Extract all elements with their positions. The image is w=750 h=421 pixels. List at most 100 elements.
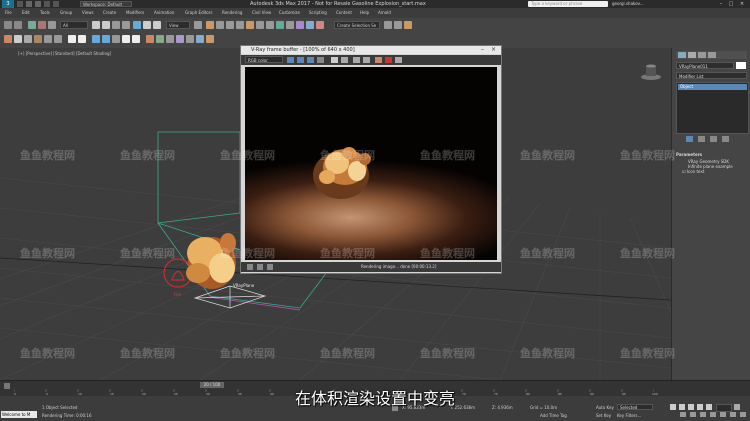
phoenix-splash-icon[interactable] xyxy=(206,35,214,43)
pin-stack-icon[interactable] xyxy=(686,136,693,142)
phoenix-ocean-icon[interactable] xyxy=(166,35,174,43)
green-channel-icon[interactable] xyxy=(297,57,304,63)
vfb-settings-icon[interactable] xyxy=(247,264,253,270)
vray-proxy-icon[interactable] xyxy=(44,35,52,43)
percent-snap-icon[interactable] xyxy=(226,21,234,29)
hierarchy-tab-icon[interactable] xyxy=(698,52,706,58)
phoenix-particle-icon[interactable] xyxy=(186,35,194,43)
modifier-stack[interactable]: Object xyxy=(676,82,749,134)
viewcube-icon[interactable] xyxy=(640,64,662,80)
window-crossing-icon[interactable] xyxy=(122,21,130,29)
menu-tools[interactable]: Tools xyxy=(40,10,50,15)
workspace-dropdown[interactable]: Workspace: Default xyxy=(80,1,132,7)
new-icon[interactable] xyxy=(17,1,23,7)
maximize-icon[interactable]: □ xyxy=(727,0,735,8)
blue-channel-icon[interactable] xyxy=(307,57,314,63)
vray-fur-icon[interactable] xyxy=(54,35,62,43)
rendered-frame-icon[interactable] xyxy=(394,21,402,29)
make-unique-icon[interactable] xyxy=(710,136,717,142)
menu-modifiers[interactable]: Modifiers xyxy=(126,10,144,15)
vray-icon[interactable] xyxy=(4,35,12,43)
phoenix-liquid-icon[interactable] xyxy=(102,35,110,43)
red-channel-icon[interactable] xyxy=(287,57,294,63)
set-key-button[interactable]: Set Key xyxy=(596,413,611,418)
unlink-icon[interactable] xyxy=(38,21,46,29)
zoom-extents-icon[interactable] xyxy=(700,412,706,417)
close-icon[interactable]: × xyxy=(738,0,746,8)
maxscript-listener[interactable]: Welcome to M xyxy=(1,411,37,418)
add-time-tag[interactable]: Add Time Tag xyxy=(540,413,567,418)
motion-tab-icon[interactable] xyxy=(708,52,716,58)
search-input[interactable]: Type a keyword or phrase xyxy=(528,1,608,7)
rotate-icon[interactable] xyxy=(143,21,151,29)
render-setup-icon[interactable] xyxy=(384,21,392,29)
viewport-label[interactable]: [+] [Perspective] [Standard] [Default Sh… xyxy=(18,51,111,56)
graphite-icon[interactable] xyxy=(286,21,294,29)
save-image-icon[interactable] xyxy=(331,57,338,63)
select-by-name-icon[interactable] xyxy=(102,21,110,29)
menu-group[interactable]: Group xyxy=(60,10,72,15)
material-editor-icon[interactable] xyxy=(316,21,324,29)
command-panel-tabs[interactable] xyxy=(676,51,747,59)
user-account[interactable]: georgi.shakov... xyxy=(612,1,662,7)
menu-animation[interactable]: Animation xyxy=(154,10,174,15)
region-render-icon[interactable] xyxy=(375,57,382,63)
layer-icon[interactable] xyxy=(276,21,284,29)
render-last-icon[interactable] xyxy=(395,57,402,63)
create-tab-icon[interactable] xyxy=(678,52,686,58)
vfb-minimize-icon[interactable]: – xyxy=(481,47,487,53)
phoenix-fire-icon[interactable] xyxy=(92,35,100,43)
open-icon[interactable] xyxy=(26,1,32,7)
bind-icon[interactable] xyxy=(48,21,56,29)
menu-file[interactable]: File xyxy=(5,10,12,15)
phoenix-stop-icon[interactable] xyxy=(132,35,140,43)
scale-icon[interactable] xyxy=(153,21,161,29)
modify-tab-icon[interactable] xyxy=(688,52,696,58)
menu-content[interactable]: Content xyxy=(336,10,352,15)
spinner-snap-icon[interactable] xyxy=(236,21,244,29)
rect-select-icon[interactable] xyxy=(112,21,120,29)
undo-icon[interactable] xyxy=(44,1,50,7)
app-logo-icon[interactable]: 3 xyxy=(2,0,14,8)
copy-image-icon[interactable] xyxy=(353,57,360,63)
undo-icon[interactable] xyxy=(4,21,12,29)
vray-sun-icon[interactable] xyxy=(24,35,32,43)
phoenix-foam-icon[interactable] xyxy=(196,35,204,43)
icon-text-checkbox[interactable]: ☑ Icon text xyxy=(676,169,747,174)
pan-icon[interactable] xyxy=(720,412,726,417)
alpha-channel-icon[interactable] xyxy=(317,57,324,63)
phoenix-preview-icon[interactable] xyxy=(146,35,154,43)
pivot-icon[interactable] xyxy=(194,21,202,29)
menu-views[interactable]: Views xyxy=(82,10,94,15)
zoom-all-icon[interactable] xyxy=(690,412,696,417)
snap-icon[interactable] xyxy=(206,21,214,29)
modifier-list-dropdown[interactable]: Modifier List xyxy=(676,72,747,79)
angle-snap-icon[interactable] xyxy=(216,21,224,29)
menu-customize[interactable]: Customize xyxy=(279,10,300,15)
track-mouse-icon[interactable] xyxy=(363,57,370,63)
selection-set-dropdown[interactable]: Create Selection Se xyxy=(334,21,380,29)
move-icon[interactable] xyxy=(133,21,141,29)
mirror-icon[interactable] xyxy=(256,21,264,29)
select-icon[interactable] xyxy=(92,21,100,29)
minimize-icon[interactable]: – xyxy=(717,0,725,8)
phoenix-start-icon[interactable] xyxy=(122,35,130,43)
render-icon[interactable] xyxy=(404,21,412,29)
vray-light-icon[interactable] xyxy=(14,35,22,43)
parameters-header[interactable]: Parameters xyxy=(676,152,747,157)
vfb-lens-icon[interactable] xyxy=(257,264,263,270)
redo-icon[interactable] xyxy=(14,21,22,29)
menu-rendering[interactable]: Rendering xyxy=(222,10,242,15)
schematic-icon[interactable] xyxy=(306,21,314,29)
menu-civil-view[interactable]: Civil View xyxy=(252,10,271,15)
menu-create[interactable]: Create xyxy=(103,10,116,15)
menu-edit[interactable]: Edit xyxy=(22,10,30,15)
vray-dome-icon[interactable] xyxy=(34,35,42,43)
phoenix-source-icon[interactable] xyxy=(112,35,120,43)
menu-help[interactable]: Help xyxy=(360,10,369,15)
orbit-icon[interactable] xyxy=(730,412,736,417)
menu-graph-editors[interactable]: Graph Editors xyxy=(185,10,212,15)
object-name-field[interactable]: VRayPlane011 xyxy=(676,62,734,69)
link-icon[interactable] xyxy=(28,21,36,29)
clear-image-icon[interactable] xyxy=(341,57,348,63)
